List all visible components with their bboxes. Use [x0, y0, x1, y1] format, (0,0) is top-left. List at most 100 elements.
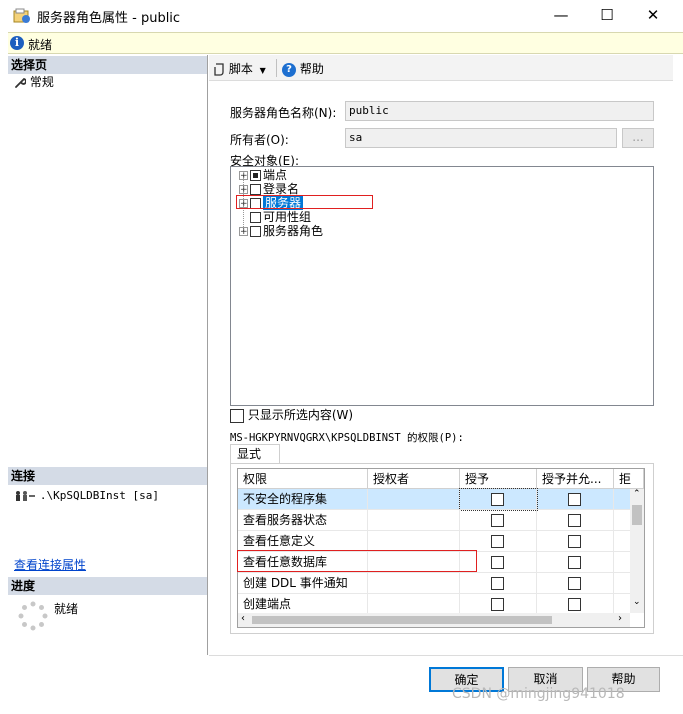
connection-header: 连接	[8, 467, 207, 485]
with-grant-checkbox[interactable]	[567, 493, 581, 506]
table-row[interactable]: 查看任意定义	[238, 531, 630, 552]
hscroll-thumb[interactable]	[252, 616, 552, 624]
app-icon	[13, 8, 30, 23]
grant-checkbox[interactable]	[490, 535, 504, 548]
table-row[interactable]: 创建端点	[238, 594, 630, 615]
with-grant-checkbox[interactable]	[567, 598, 581, 611]
deny-cell	[614, 573, 630, 594]
with-grant-checkbox[interactable]	[567, 535, 581, 548]
window-title: 服务器角色属性 - public	[37, 11, 181, 26]
permissions-grid[interactable]: 权限 授权者 授予 授予并允... 拒 不安全的程序集 查看服务器状态 查看任意定义…	[237, 468, 645, 628]
scroll-left-icon[interactable]: ‹	[241, 613, 245, 624]
tree-item-endpoints[interactable]: + 端点	[239, 168, 287, 182]
progress-status: 就绪	[54, 602, 79, 616]
vertical-scrollbar[interactable]: ⌃ ⌄	[630, 489, 644, 613]
grant-checkbox[interactable]	[490, 514, 504, 527]
toolbar: 脚本 ▼ ? 帮助	[209, 55, 673, 81]
tree-item-label: 登录名	[263, 182, 300, 196]
column-header-deny[interactable]: 拒	[614, 469, 644, 489]
connection-text: .\KpSQLDBInst [sa]	[39, 489, 160, 502]
show-selected-checkbox-row[interactable]: 只显示所选内容(W)	[230, 406, 354, 423]
page-item-general[interactable]: 常规	[14, 74, 54, 90]
grant-checkbox[interactable]	[490, 556, 504, 569]
tree-item-label: 端点	[263, 168, 288, 182]
progress-header: 进度	[8, 577, 207, 595]
permissions-label: MS-HGKPYRNVQGRX\KPSQLDBINST 的权限(P):	[230, 432, 464, 444]
toolbar-divider	[276, 59, 277, 77]
with-grant-checkbox-cell	[537, 531, 614, 552]
close-button[interactable]: ✕	[630, 0, 676, 32]
tree-checkbox[interactable]	[250, 184, 261, 195]
column-header-permission[interactable]: 权限	[238, 469, 368, 489]
table-row[interactable]: 创建 DDL 事件通知	[238, 573, 630, 594]
grant-checkbox[interactable]	[490, 598, 504, 611]
wrench-icon	[15, 77, 27, 88]
grantor-cell	[368, 510, 460, 531]
horizontal-scrollbar[interactable]: ‹ ›	[238, 613, 630, 627]
expand-icon[interactable]: +	[239, 227, 248, 237]
grantor-cell	[368, 531, 460, 552]
expand-icon[interactable]: +	[239, 185, 248, 195]
grant-checkbox-cell	[460, 594, 537, 615]
tree-checkbox[interactable]	[250, 226, 261, 237]
minimize-button[interactable]: —	[538, 0, 584, 32]
show-selected-label: 只显示所选内容(W)	[247, 408, 354, 422]
tree-item-server-roles[interactable]: + 服务器角色	[239, 224, 323, 238]
script-button[interactable]: 脚本 ▼	[213, 60, 266, 77]
grantor-cell	[368, 489, 460, 510]
help-toolbar-button[interactable]: ? 帮助	[282, 60, 324, 77]
title-bar[interactable]: 服务器角色属性 - public — ☐ ✕	[0, 0, 683, 32]
tree-checkbox-partial[interactable]	[250, 170, 261, 181]
tree-checkbox[interactable]	[250, 212, 261, 223]
scroll-right-icon[interactable]: ›	[618, 613, 622, 624]
grant-checkbox[interactable]	[490, 493, 504, 506]
with-grant-checkbox[interactable]	[567, 556, 581, 569]
page-item-label: 常规	[29, 75, 54, 89]
permission-cell: 创建 DDL 事件通知	[238, 573, 368, 594]
maximize-button[interactable]: ☐	[584, 0, 630, 32]
highlight-box-server	[236, 195, 373, 209]
bottom-divider	[209, 655, 683, 656]
view-connection-properties-link[interactable]: 查看连接属性	[14, 556, 86, 573]
permission-cell: 创建端点	[238, 594, 368, 615]
tree-item-availability-groups[interactable]: 可用性组	[250, 210, 311, 224]
deny-cell	[614, 552, 630, 573]
tab-explicit[interactable]: 显式	[230, 444, 280, 464]
tree-item-label: 服务器角色	[263, 224, 324, 238]
table-row[interactable]: 不安全的程序集	[238, 488, 630, 511]
expand-icon[interactable]: +	[239, 171, 248, 181]
permission-cell: 查看任意定义	[238, 531, 368, 552]
column-header-grant[interactable]: 授予	[460, 469, 537, 489]
deny-cell	[614, 489, 630, 510]
deny-cell	[614, 594, 630, 615]
select-page-header: 选择页	[8, 56, 207, 74]
permission-cell: 不安全的程序集	[238, 489, 368, 510]
scroll-thumb[interactable]	[632, 505, 642, 525]
tree-item-label: 可用性组	[263, 210, 312, 224]
owner-field[interactable]: sa	[345, 128, 617, 148]
grantor-cell	[368, 573, 460, 594]
with-grant-checkbox-cell	[537, 573, 614, 594]
with-grant-checkbox[interactable]	[567, 577, 581, 590]
with-grant-checkbox[interactable]	[567, 514, 581, 527]
grant-checkbox[interactable]	[490, 577, 504, 590]
browse-owner-button[interactable]: ...	[622, 128, 654, 148]
with-grant-checkbox-cell	[537, 489, 614, 510]
tree-item-logins[interactable]: + 登录名	[239, 182, 299, 196]
status-infobar: i 就绪	[8, 32, 683, 54]
table-row[interactable]: 查看服务器状态	[238, 510, 630, 531]
grantor-cell	[368, 594, 460, 615]
status-text: 就绪	[28, 38, 53, 52]
role-name-field[interactable]: public	[345, 101, 654, 121]
grant-checkbox-cell	[460, 573, 537, 594]
show-selected-checkbox[interactable]	[230, 408, 244, 423]
column-header-grantor[interactable]: 授权者	[368, 469, 460, 489]
permission-cell: 查看服务器状态	[238, 510, 368, 531]
scroll-down-icon[interactable]: ⌄	[633, 597, 641, 607]
help-icon: ?	[282, 62, 296, 77]
info-icon: i	[10, 36, 24, 50]
scroll-up-icon[interactable]: ⌃	[633, 489, 641, 499]
connection-icon	[16, 490, 35, 501]
column-header-with-grant[interactable]: 授予并允...	[537, 469, 614, 489]
grant-checkbox-cell	[459, 488, 538, 511]
